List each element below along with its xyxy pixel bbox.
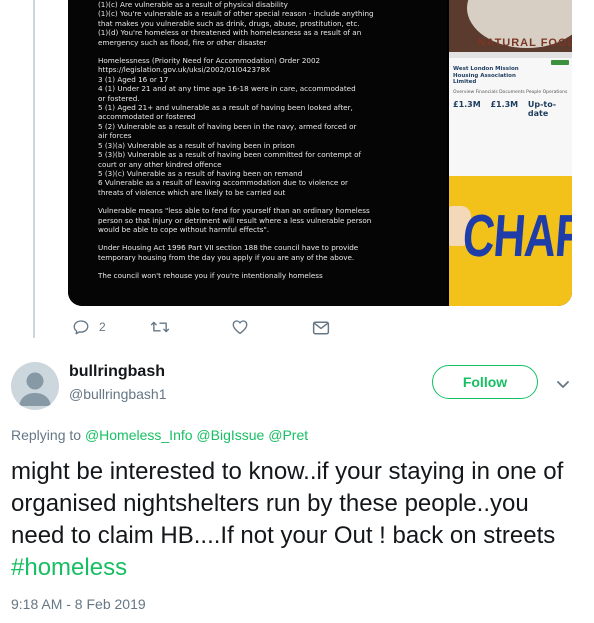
default-avatar-icon [19, 372, 51, 406]
image-text-gap [98, 47, 433, 56]
image-text-gap [98, 197, 433, 206]
mention-link[interactable]: @BigIssue [196, 427, 264, 443]
message-action[interactable] [312, 320, 330, 336]
mention-link[interactable]: @Pret [268, 427, 308, 443]
image-text-line: that makes you vulnerable such as drink,… [98, 18, 360, 28]
media-image-column[interactable]: NATURAL FOOD West London Mission Housing… [449, 0, 572, 306]
avatar[interactable] [11, 362, 59, 410]
stat-item: Up-to-date [528, 100, 564, 118]
image-text-line: 4 (1) Under 21 and at any time age 16-18… [98, 84, 356, 94]
message-icon[interactable] [312, 320, 330, 336]
like-action[interactable] [231, 318, 249, 336]
page-header-bar [449, 52, 572, 58]
tweet-body: might be interested to know..if your sta… [11, 458, 564, 549]
retweet-action[interactable] [150, 318, 170, 336]
image-text-line: Homelessness (Priority Need for Accommod… [98, 56, 321, 66]
image-text-line: 6 Vulnerable as a result of leaving acco… [98, 178, 348, 188]
tweet-media[interactable]: (1)(c) Are vulnerable as a result of phy… [68, 0, 572, 306]
thread-line [33, 0, 35, 338]
retweet-icon[interactable] [150, 318, 170, 336]
mention-link[interactable]: @Homeless_Info [85, 427, 193, 443]
image-text-gap [98, 234, 433, 243]
org-stats: £1.3M £1.3M Up-to-date [453, 100, 569, 118]
reply-icon[interactable] [72, 318, 90, 336]
org-tabs: Overview Financials Documents People Ope… [453, 90, 568, 95]
stat-item: £1.3M [490, 100, 526, 109]
image-text-line: air forces [98, 131, 132, 141]
badge-text: NATURAL FOOD [467, 0, 572, 49]
image-text-line: person so that injury or detriment will … [98, 215, 372, 225]
image-text-line: https://legislation.gov.uk/uksi/2002/01l… [98, 65, 271, 75]
media-image-text[interactable]: (1)(c) Are vulnerable as a result of phy… [68, 0, 447, 306]
image-text-line: threats of violence which are likely to … [98, 187, 286, 197]
page-action-button [551, 60, 569, 65]
media-image-badge[interactable]: NATURAL FOOD [449, 0, 572, 52]
stat-item: £1.3M [453, 100, 489, 109]
image-text-line: 5 (3)(a) Vulnerable as a result of havin… [98, 140, 295, 150]
tweet-text: might be interested to know..if your sta… [11, 456, 586, 584]
org-name: West London Mission Housing Association … [453, 66, 519, 85]
image-text-gap [98, 262, 433, 271]
image-text-line: (1)(c) Are vulnerable as a result of phy… [98, 0, 288, 9]
image-text-line: Under Housing Act 1996 Part VII section … [98, 243, 359, 253]
image-text-line: 3 (1) Aged 16 or 17 [98, 74, 169, 84]
image-text-line: court or any other kindred offence [98, 159, 222, 169]
display-name[interactable]: bullringbash [69, 363, 165, 381]
follow-button[interactable]: Follow [432, 365, 538, 399]
user-handle[interactable]: @bullringbash1 [69, 386, 167, 402]
image-text-line: 5 (2) Vulnerable as a result of having b… [98, 121, 357, 131]
image-text-line: 5 (1) Aged 21+ and vulnerable as a resul… [98, 103, 353, 113]
image-text-line: would be able to cope without harmful ef… [98, 224, 270, 234]
image-text-line: 5 (3)(c) Vulnerable as a result of havin… [98, 168, 303, 178]
stat-value: £1.3M [453, 100, 481, 109]
replying-to-label: Replying to [11, 427, 82, 443]
reply-count: 2 [99, 320, 106, 334]
image-text-line: accommodated or fostered [98, 112, 196, 122]
image-text-line: or fostered. [98, 93, 140, 103]
image-text-line: The council won't rehouse you if you're … [98, 271, 323, 281]
hashtag-link[interactable]: #homeless [11, 554, 127, 581]
image-text-line: Vulnerable means "less able to fend for … [98, 206, 370, 216]
tweet-timestamp[interactable]: 9:18 AM - 8 Feb 2019 [11, 596, 146, 612]
stat-value: £1.3M [490, 100, 519, 109]
media-image-charity-page[interactable]: West London Mission Housing Association … [449, 52, 572, 176]
media-image-charity[interactable]: CHARIT [449, 176, 572, 306]
image-text-line: temporary housing from the day you apply… [98, 252, 355, 262]
reply-action[interactable]: 2 [72, 318, 106, 336]
chevron-down-icon[interactable] [556, 377, 570, 395]
charity-text: CHARIT [460, 203, 572, 270]
tweet-actions: 2 [0, 318, 594, 342]
image-text-line: emergency such as flood, fire or other d… [98, 37, 267, 47]
image-text-line: (1)(d) You're homeless or threatened wit… [98, 28, 362, 38]
replying-to: Replying to @Homeless_Info @BigIssue @Pr… [11, 427, 308, 443]
image-text-line: 5 (3)(b) Vulnerable as a result of havin… [98, 150, 362, 160]
stat-value: Up-to-date [527, 100, 557, 118]
like-icon[interactable] [231, 318, 249, 336]
image-text-block: (1)(c) Are vulnerable as a result of phy… [98, 0, 433, 281]
image-text-line: (1)(c) You're vulnerable as a result of … [98, 9, 374, 19]
